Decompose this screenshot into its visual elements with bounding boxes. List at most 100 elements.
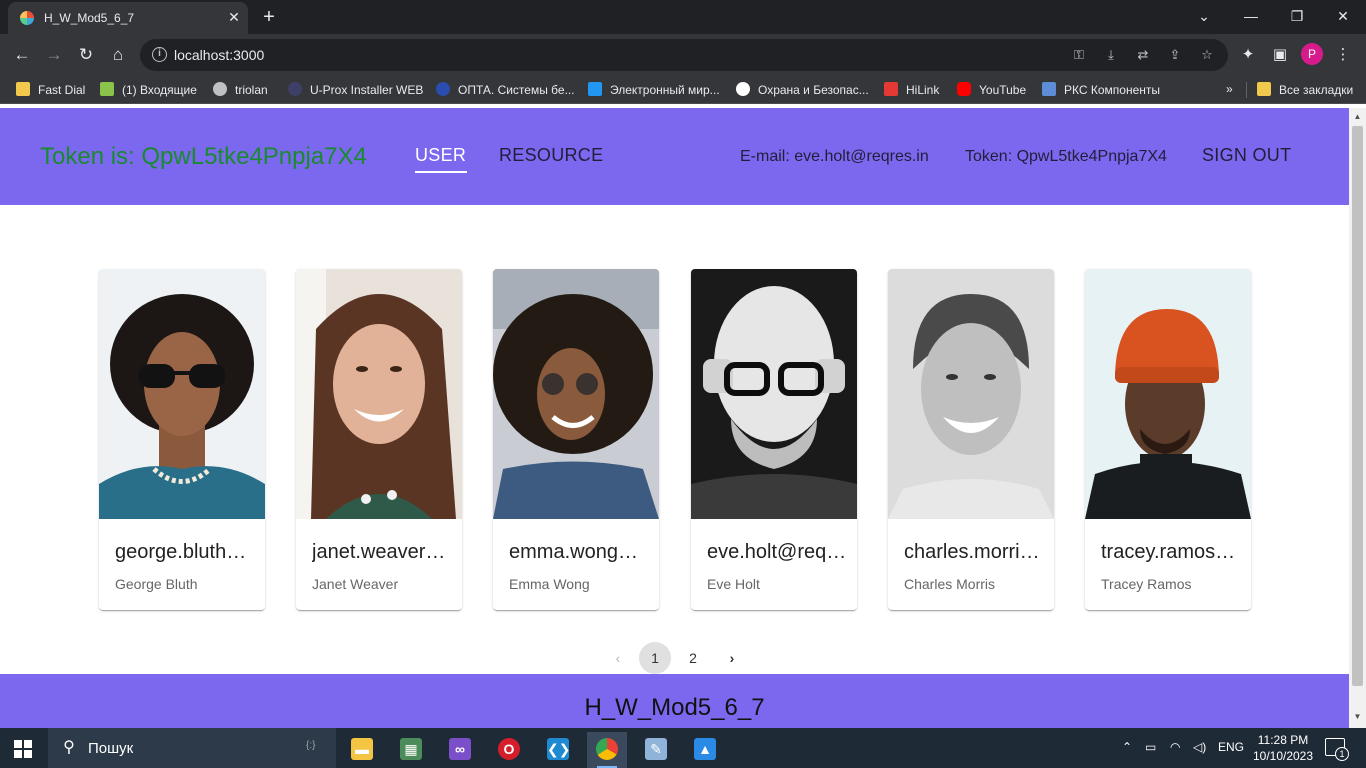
tab-resource[interactable]: RESOURCE <box>499 145 603 166</box>
notification-count-badge: 1 <box>1335 747 1349 761</box>
close-tab-icon[interactable]: ✕ <box>226 9 242 25</box>
user-name: Tracey Ramos <box>1101 576 1192 592</box>
user-card[interactable]: charles.morris@reqres.in Charles Morris <box>888 269 1054 610</box>
search-icon: ⚲ <box>63 739 75 756</box>
windows-start-icon[interactable] <box>14 740 32 758</box>
tab-user[interactable]: USER <box>415 145 466 166</box>
vscode-icon[interactable]: ❮❯ <box>538 732 578 768</box>
user-email-text: charles.morris@reqres.in <box>904 541 1044 563</box>
reload-icon[interactable]: ↻ <box>74 43 98 67</box>
previous-page-chevron-icon[interactable]: ‹ <box>602 642 634 674</box>
browser-tab-strip: H_W_Mod5_6_7 ✕ + ⌄ — ❐ ✕ <box>0 0 1366 34</box>
minimize-button[interactable]: — <box>1228 4 1274 28</box>
avatar <box>493 269 659 519</box>
user-name: Eve Holt <box>707 576 760 592</box>
page-footer: H_W_Mod5_6_7 <box>0 674 1349 728</box>
user-card[interactable]: tracey.ramos@reqres.in Tracey Ramos <box>1085 269 1251 610</box>
user-email-text: eve.holt@reqres.in <box>707 541 847 563</box>
user-card[interactable]: george.bluth@reqres.in George Bluth <box>99 269 265 610</box>
user-email-text: emma.wong@reqres.in <box>509 541 649 563</box>
clock-date: 10/10/2023 <box>1252 749 1314 763</box>
paint-icon[interactable]: ✎ <box>636 732 676 768</box>
bookmark-item[interactable]: triolan <box>213 82 268 98</box>
bookmark-item[interactable]: U-Prox Installer WEB <box>288 82 423 98</box>
menu-kebab-icon[interactable]: ⋮ <box>1331 43 1355 67</box>
bookmark-item[interactable]: РКС Компоненты <box>1042 82 1160 98</box>
translate-icon[interactable]: ⇄ <box>1134 46 1152 64</box>
folder-icon <box>1257 82 1271 96</box>
youtube-icon <box>957 82 971 96</box>
scroll-down-arrow-icon[interactable]: ▼ <box>1352 712 1363 724</box>
user-token: Token: QpwL5tke4Pnpja7X4 <box>965 148 1167 165</box>
address-bar[interactable]: i localhost:3000 ⚿ ⤓ ⇄ ⇪ ☆ <box>140 39 1228 71</box>
user-card[interactable]: eve.holt@reqres.in Eve Holt <box>691 269 857 610</box>
extensions-puzzle-icon[interactable]: ✦ <box>1236 43 1260 67</box>
site-info-icon[interactable]: i <box>152 47 167 62</box>
browser-tab[interactable]: H_W_Mod5_6_7 ✕ <box>8 2 248 34</box>
back-arrow-icon[interactable]: ← <box>10 43 34 67</box>
user-card[interactable]: janet.weaver@reqres.in Janet Weaver <box>296 269 462 610</box>
wifi-icon[interactable]: ◠ <box>1170 740 1180 754</box>
user-email: E-mail: eve.holt@reqres.in <box>740 148 929 165</box>
page-button-1[interactable]: 1 <box>639 642 671 674</box>
calculator-icon[interactable]: ▦ <box>391 732 431 768</box>
next-page-chevron-icon[interactable]: › <box>716 642 748 674</box>
folder-icon <box>16 82 30 96</box>
close-window-button[interactable]: ✕ <box>1320 4 1366 28</box>
avatar <box>296 269 462 519</box>
scroll-up-arrow-icon[interactable]: ▲ <box>1352 112 1363 124</box>
user-email-text: janet.weaver@reqres.in <box>312 541 452 563</box>
notifications-icon[interactable]: 1 <box>1325 738 1349 761</box>
huawei-icon <box>884 82 898 96</box>
user-name: Emma Wong <box>509 576 590 592</box>
user-name: Janet Weaver <box>312 576 399 592</box>
page-scrollbar[interactable]: ▲ ▼ <box>1349 108 1366 728</box>
restore-button[interactable]: ❐ <box>1274 4 1320 28</box>
bookmark-star-icon[interactable]: ☆ <box>1198 46 1216 64</box>
chrome-icon[interactable] <box>587 732 627 768</box>
install-app-icon[interactable]: ⤓ <box>1102 46 1120 64</box>
forward-arrow-icon[interactable]: → <box>42 43 66 67</box>
profile-avatar[interactable]: P <box>1301 43 1323 65</box>
key-icon[interactable]: ⚿ <box>1070 46 1088 64</box>
bookmark-item[interactable]: Электронный мир... <box>588 82 720 98</box>
system-clock[interactable]: 11:28 PM 10/10/2023 <box>1248 732 1318 764</box>
avatar <box>691 269 857 519</box>
language-indicator[interactable]: ENG <box>1218 740 1244 754</box>
pagination: ‹ 1 2 › <box>0 642 1349 674</box>
file-explorer-icon[interactable]: ▬ <box>342 732 382 768</box>
address-url[interactable]: localhost:3000 <box>174 47 264 63</box>
windows-taskbar: ⚲ Пошук {:} ▬ ▦ ∞ O ❮❯ ✎ ▲ ⌃ ▭ ◠ ◁) ENG … <box>0 728 1366 768</box>
share-icon[interactable]: ⇪ <box>1166 46 1184 64</box>
search-placeholder: Пошук <box>88 740 134 757</box>
bookmark-item[interactable]: Охрана и Безопас... <box>736 82 869 98</box>
tab-search-chevron-icon[interactable]: ⌄ <box>1181 4 1227 28</box>
bookmark-item[interactable]: (1) Входящие <box>100 82 197 98</box>
side-panel-icon[interactable]: ▣ <box>1268 43 1292 67</box>
opera-icon[interactable]: O <box>489 732 529 768</box>
home-icon[interactable]: ⌂ <box>106 43 130 67</box>
bookmark-item[interactable]: ОПТА. Системы бе... <box>436 82 575 98</box>
page-button-2[interactable]: 2 <box>677 642 709 674</box>
volume-icon[interactable]: ◁) <box>1193 740 1206 754</box>
visual-studio-icon[interactable]: ∞ <box>440 732 480 768</box>
user-email-text: tracey.ramos@reqres.in <box>1101 541 1241 563</box>
browser-toolbar: ← → ↻ ⌂ i localhost:3000 ⚿ ⤓ ⇄ ⇪ ☆ ✦ ▣ P… <box>0 34 1366 76</box>
bookmark-item[interactable]: Fast Dial <box>16 82 85 98</box>
more-bookmarks-chevron-icon[interactable]: » <box>1226 82 1233 98</box>
app-bar: Token is: QpwL5tke4Pnpja7X4 USER RESOURC… <box>0 108 1349 205</box>
e-icon <box>588 82 602 96</box>
show-hidden-icons-chevron-icon[interactable]: ⌃ <box>1122 740 1132 754</box>
bookmark-item[interactable]: HiLink <box>884 82 939 98</box>
sign-out-button[interactable]: SIGN OUT <box>1202 145 1291 166</box>
react-favicon-icon <box>20 11 34 25</box>
scrollbar-thumb[interactable] <box>1352 126 1363 686</box>
new-tab-button[interactable]: + <box>258 6 280 28</box>
taskbar-search-input[interactable]: ⚲ Пошук {:} <box>48 728 336 768</box>
user-card[interactable]: emma.wong@reqres.in Emma Wong <box>493 269 659 610</box>
bookmark-item[interactable]: YouTube <box>957 82 1026 98</box>
all-bookmarks-folder[interactable]: Все закладки <box>1246 82 1353 98</box>
battery-icon[interactable]: ▭ <box>1145 740 1156 754</box>
photos-icon[interactable]: ▲ <box>685 732 725 768</box>
user-email-text: george.bluth@reqres.in <box>115 541 255 563</box>
